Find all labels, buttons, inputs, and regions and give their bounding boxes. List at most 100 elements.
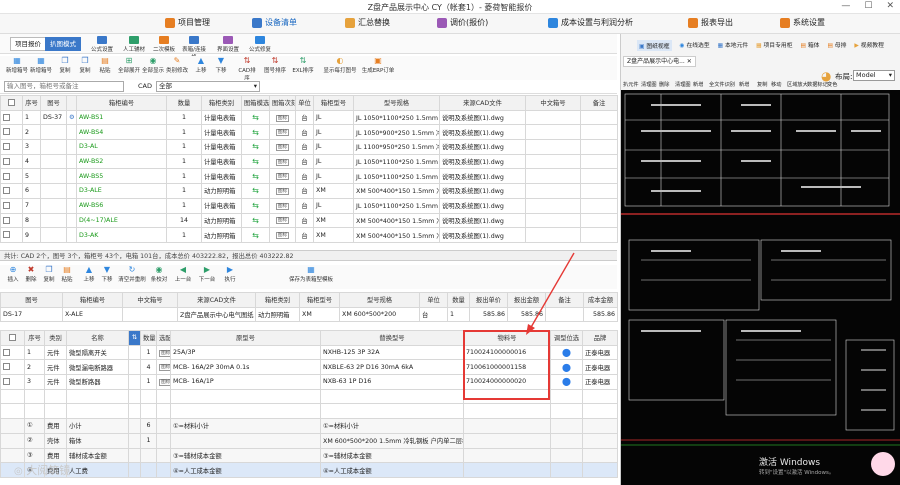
delete-button[interactable]: ✖ 删除 — [22, 265, 40, 283]
cad-tool-button[interactable]: 移动 — [771, 81, 781, 88]
cad-canvas[interactable]: 激活 Windows 转到"设置"以激活 Windows。 — [621, 90, 900, 485]
row-checkbox[interactable] — [3, 172, 10, 180]
table-row[interactable]: 9D3-AK1动力照明箱⇆图标台XMXM 500*400*150 1.5mm 冷… — [0, 227, 618, 243]
table-row[interactable]: 1 DS-37 ⚙ AW-BS1 1 计量电表箱 ⇆ 图标台 JL JL 1050*1100*25… — [0, 109, 618, 126]
close-icon[interactable]: ✕ — [687, 58, 692, 65]
search-input[interactable]: 输入图号，箱柜号或备注 — [4, 81, 124, 92]
drawing-tag[interactable]: 图标 — [275, 114, 290, 122]
cad-tool-button[interactable]: 扒元件 — [623, 81, 639, 88]
add-box-button[interactable]: ▦ 新增箱号 — [6, 56, 28, 74]
video-tutorial-button[interactable]: ▶ 视频教程 — [854, 40, 884, 51]
generate-erp-button[interactable]: ▣ 生成ERP订单 — [360, 56, 396, 74]
close-button[interactable]: ✕ — [886, 1, 894, 11]
table-row[interactable]: ① 费用 小计 6 ①=材料小计 ①=材料小计 — [0, 418, 618, 434]
labor-material-button[interactable]: 人工辅材 — [120, 36, 148, 53]
table-row[interactable]: 5 AW-BS5 1 计量电表箱 ⇆ 图标台 JL JL 1050*1100*250 1.5m… — [0, 168, 618, 185]
drawing-link-icon[interactable]: ⇆ — [252, 231, 259, 240]
add-box-button-2[interactable]: ▦ 新增箱号 — [30, 56, 52, 74]
copy-button-2[interactable]: ❐ 复制 — [74, 56, 96, 74]
drawing-tag[interactable]: 图标 — [275, 129, 290, 137]
pie-chart-icon[interactable]: ◕ — [821, 69, 831, 83]
component-down-button[interactable]: ▼ 下移 — [98, 265, 116, 283]
drawing-link-icon[interactable]: ⇆ — [252, 142, 259, 151]
menu-report-export[interactable]: 报表导出 — [688, 17, 733, 28]
execute-button[interactable]: ▶ 执行 — [220, 265, 240, 283]
drawing-tag[interactable]: 图标 — [275, 158, 290, 166]
layout-select[interactable]: Model ▾ — [853, 70, 895, 81]
drawing-link-icon[interactable]: ⇆ — [252, 157, 259, 166]
tab-drawing-mode[interactable]: 扒图模式 — [45, 37, 81, 51]
drawing-tag[interactable]: 图标 — [275, 173, 290, 181]
location-pin-icon[interactable]: ⬤ — [562, 377, 571, 386]
project-cabinet-button[interactable]: ▦ 项目专用柜 — [756, 40, 792, 51]
table-row[interactable]: ③ 费用 辅材成本金额 ③=辅材成本金额 ③=辅材成本金额 — [0, 447, 618, 464]
formula-settings-button[interactable]: 公式设置 — [88, 36, 116, 53]
select-all-checkbox[interactable] — [9, 334, 16, 342]
table-row[interactable]: ② 壳体 箱体 1 XM 600*500*200 1.5mm 冷轧钢板 户内单二层板 — [0, 432, 618, 449]
row-checkbox[interactable] — [3, 128, 10, 136]
row-checkbox[interactable] — [3, 363, 10, 371]
drawing-tag[interactable]: 图标 — [275, 217, 290, 225]
expand-all-button[interactable]: ⊞ 全部展开 — [118, 56, 140, 74]
maximize-button[interactable]: ☐ — [864, 1, 872, 11]
insert-button[interactable]: ⊕ 插入 — [4, 265, 22, 283]
online-select-button[interactable]: ◉ 在线选型 — [680, 40, 710, 51]
row-checkbox[interactable] — [3, 187, 10, 195]
busbar-button[interactable]: ▤ 母排 — [827, 40, 846, 51]
drawing-tag[interactable]: 图标 — [275, 202, 290, 210]
cad-tool-button[interactable]: 清理图 — [641, 81, 657, 88]
menu-price-adjust[interactable]: 调价(报价) — [437, 17, 488, 28]
drawing-sort-button[interactable]: ⇅ 图号排序 — [264, 56, 286, 74]
cad-tool-button[interactable]: 删除 — [659, 81, 669, 88]
menu-summary-replace[interactable]: 汇总替换 — [345, 17, 390, 28]
cad-sort-button[interactable]: ⇅ CAD排序 — [236, 56, 258, 82]
prev-box-button[interactable]: ◀ 上一台 — [172, 265, 194, 283]
sort-icon[interactable]: ⇅ — [128, 330, 141, 346]
drawing-link-icon[interactable]: ⇆ — [252, 201, 259, 210]
menu-equipment-list[interactable]: 设备清单 — [252, 17, 297, 28]
copy-button[interactable]: ❐ 复制 — [54, 56, 76, 74]
table-row[interactable]: 6 D3-ALE 1 动力照明箱 ⇆ 图标台 XM XM 500*400*150 1.5mm … — [0, 183, 618, 199]
copy-component-button[interactable]: ❐ 复制 — [40, 265, 58, 283]
cad-tool-button[interactable]: 新增 — [739, 81, 749, 88]
drawing-tag[interactable]: 图标 — [275, 232, 290, 240]
enclosure-button[interactable]: ▤ 箱体 — [801, 40, 820, 51]
cad-tool-button[interactable]: 清理图 — [675, 81, 691, 88]
check-button[interactable]: ◉ 条校对 — [148, 265, 170, 283]
cad-select[interactable]: 全部 ▾ — [156, 81, 260, 92]
cad-tool-button[interactable]: 区域放大 — [787, 81, 808, 88]
tab-project-quote[interactable]: 项目报价 — [10, 37, 46, 51]
drawing-tag[interactable]: 图标 — [275, 143, 290, 151]
document-tab[interactable]: Z盘产品展示中心电... ✕ — [623, 56, 696, 67]
menu-system-settings[interactable]: 系统设置 — [780, 17, 825, 28]
select-all-checkbox[interactable] — [8, 99, 15, 107]
category-edit-button[interactable]: ✎ 类别修改 — [166, 56, 188, 74]
cad-tool-button[interactable]: 全文件识别 — [709, 81, 735, 88]
next-box-button[interactable]: ▶ 下一台 — [196, 265, 218, 283]
location-pin-icon[interactable]: ⬤ — [562, 363, 571, 372]
clear-refresh-button[interactable]: ↻ 清空并重刷 — [116, 265, 148, 283]
cad-tool-button[interactable]: 复制 — [757, 81, 767, 88]
view-frame-button[interactable]: ▣ 图纸视框 — [637, 40, 672, 51]
secondary-template-button[interactable]: 二次模板 — [150, 36, 178, 53]
menu-project-management[interactable]: 项目管理 — [165, 17, 210, 28]
local-component-button[interactable]: ▦ 本地元件 — [718, 40, 749, 51]
menu-cost-profit[interactable]: 成本设置与利润分析 — [548, 17, 633, 28]
row-checkbox[interactable] — [3, 113, 10, 121]
drawing-link-icon[interactable]: ⇆ — [252, 113, 259, 122]
drawing-link-icon[interactable]: ⇆ — [252, 216, 259, 225]
table-row[interactable] — [0, 403, 618, 420]
component-up-button[interactable]: ▲ 上移 — [80, 265, 98, 283]
table-row[interactable]: 7 AW-BS6 1 计量电表箱 ⇆ 图标台 JL JL 1050*1100*250 1.5m… — [0, 197, 618, 214]
interface-settings-button[interactable]: 界面设置 — [214, 36, 242, 53]
row-checkbox[interactable] — [3, 157, 10, 165]
move-up-button[interactable]: ▲ 上移 — [190, 56, 212, 74]
location-pin-icon[interactable]: ⬤ — [562, 348, 571, 357]
save-template-button[interactable]: ▦ 保存为表箱型模板 — [284, 265, 338, 283]
move-down-button[interactable]: ▼ 下移 — [210, 56, 232, 74]
minimize-button[interactable]: — — [841, 1, 850, 11]
drawing-tag[interactable]: 图标 — [275, 187, 290, 195]
drawing-link-icon[interactable]: ⇆ — [252, 186, 259, 195]
row-checkbox[interactable] — [3, 201, 10, 209]
drawing-link-icon[interactable]: ⇆ — [252, 128, 259, 137]
